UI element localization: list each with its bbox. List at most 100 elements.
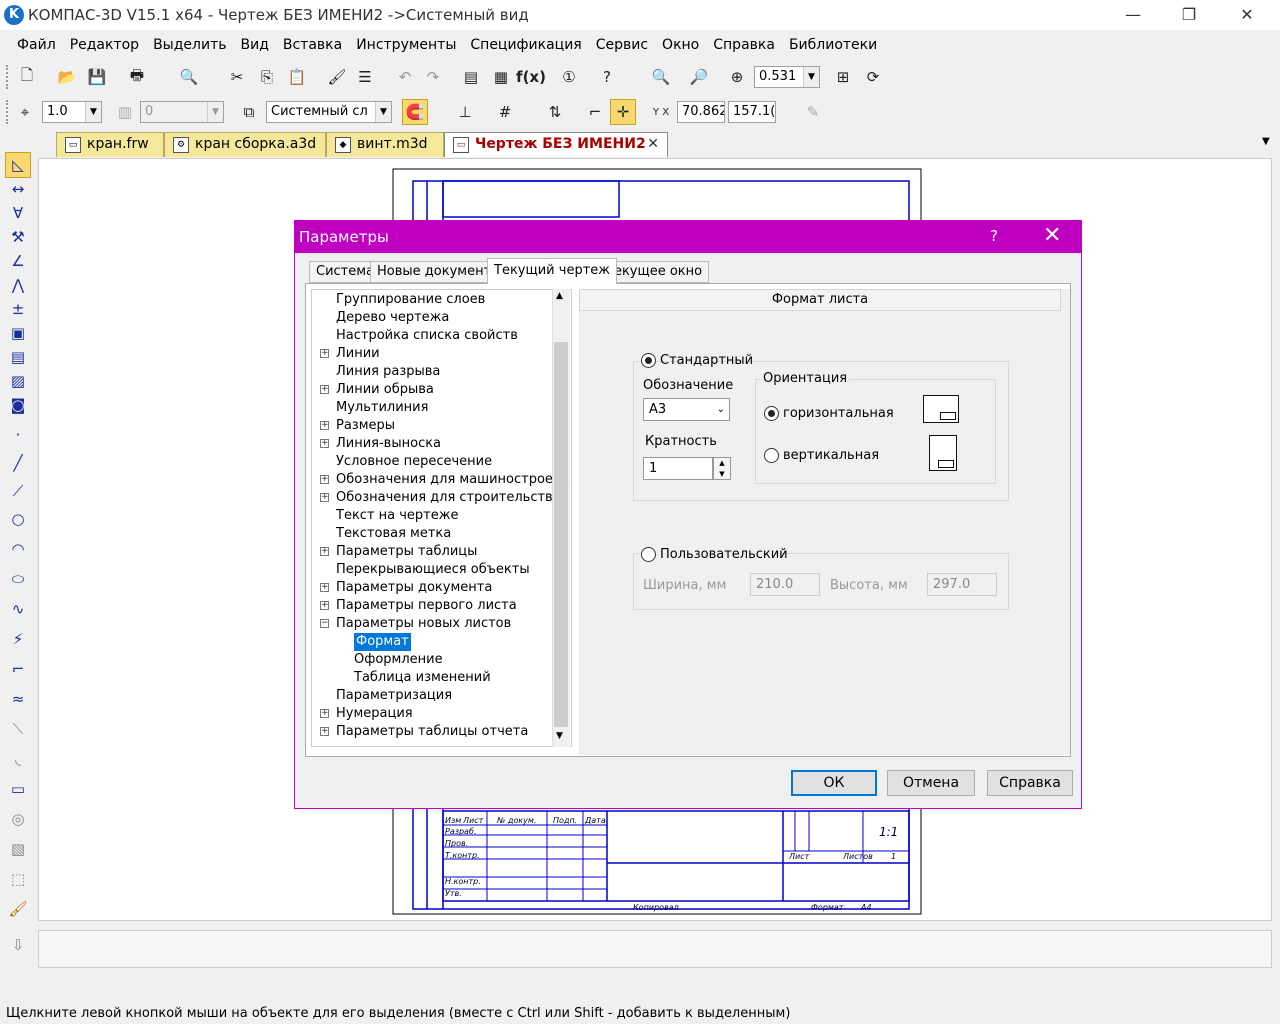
line-scale-select[interactable]: 1.0 ▼ [42,101,102,123]
tree-item[interactable]: Линия разрыва [312,363,567,381]
select-panel-icon[interactable]: ± [5,296,31,322]
round-icon[interactable]: ⌐ [582,99,608,125]
coord-x-field[interactable]: 70.862 [677,101,725,123]
cut-icon[interactable]: ✂ [224,64,250,90]
ok-button[interactable]: ОК [791,770,877,796]
standard-radio[interactable] [641,353,656,368]
polyline-icon[interactable]: ⌐ [5,656,31,682]
ellipse-icon[interactable]: ⬭ [5,566,31,592]
menu-libraries[interactable]: Библиотеки [782,31,884,59]
expand-icon[interactable]: + [320,583,329,592]
tab-close-icon[interactable]: ✕ [647,133,659,156]
equidistant-icon[interactable]: ◎ [5,806,31,832]
designation-select[interactable]: А3 ⌄ [643,398,730,421]
settings-tree[interactable]: Группирование слоев Дерево чертежа Настрой… [311,289,572,747]
format-painter-icon[interactable]: 🖌 [324,64,350,90]
reports-panel-icon[interactable]: ▨ [5,368,31,394]
tab-current-drawing[interactable]: ▭ Чертеж БЕЗ ИМЕНИ2 ✕ [444,132,668,157]
expand-icon[interactable]: + [320,709,329,718]
multiplicity-spinner[interactable]: ▲ ▼ [713,457,731,480]
toolbar-grip[interactable] [6,65,9,89]
tree-item[interactable]: Настройка списка свойств [312,327,567,345]
numbering-icon[interactable]: ① [556,64,582,90]
zoom-select[interactable]: 0.531 ▼ [754,66,820,88]
tree-item[interactable]: Текст на чертеже [312,507,567,525]
snap-magnet-icon[interactable]: 🧲 [402,99,428,125]
tree-item[interactable]: Текстовая метка [312,525,567,543]
zoom-window-icon[interactable]: 🔍 [648,64,674,90]
tree-item[interactable]: Условное пересечение [312,453,567,471]
axes-icon[interactable]: ⇅ [542,99,568,125]
rectangle-icon[interactable]: ▭ [5,776,31,802]
tab-kran-frw[interactable]: ▭ кран.frw [56,132,164,157]
expand-icon[interactable]: + [320,475,329,484]
menu-help[interactable]: Справка [706,31,782,59]
tree-item[interactable]: Дерево чертежа [312,309,567,327]
tree-item[interactable]: Таблица изменений [312,669,567,687]
open-folder-icon[interactable]: 📂 [54,64,80,90]
pan-icon[interactable]: ⊞ [830,64,856,90]
menu-file[interactable]: Файл [10,31,63,59]
scroll-up-icon[interactable]: ▲ [556,291,563,301]
new-document-icon[interactable]: 🗋 [14,64,40,90]
expand-icon[interactable]: + [320,727,329,736]
circle-icon[interactable]: ○ [5,506,31,532]
brush-icon[interactable]: 🖌 [5,896,31,922]
collapse-icon[interactable]: − [320,619,329,628]
expand-icon[interactable]: + [320,439,329,448]
context-help-icon[interactable]: ? [594,64,620,90]
tree-item[interactable]: Мультилиния [312,399,567,417]
parametrization-panel-icon[interactable]: ∠ [5,248,31,274]
tree-item[interactable]: + Размеры [312,417,567,435]
menu-specification[interactable]: Спецификация [463,31,588,59]
hatch-fill-icon[interactable]: ▧ [5,836,31,862]
tab-current-drawing[interactable]: Текущий чертеж [487,258,617,284]
refresh-icon[interactable]: ⟳ [860,64,886,90]
expand-icon[interactable]: + [320,547,329,556]
undo-icon[interactable]: ↶ [392,64,418,90]
cancel-button[interactable]: Отмена [887,770,975,796]
geometry-panel-icon[interactable]: ◺ [5,152,31,178]
paste-icon[interactable]: 📋 [284,64,310,90]
ortho-icon[interactable]: ⊥ [452,99,478,125]
help-button[interactable]: Справка [987,770,1073,796]
close-button[interactable]: ✕ [1224,0,1270,30]
tree-item[interactable]: + Параметры таблицы [312,543,567,561]
view-icon[interactable]: ⧉ [236,99,262,125]
tree-item[interactable]: Параметризация [312,687,567,705]
arc-icon[interactable]: ◠ [5,536,31,562]
cursor-snap-icon[interactable]: ✛ [610,99,636,125]
tree-item[interactable]: + Параметры таблицы отчета [312,723,567,741]
zoom-dynamic-icon[interactable]: 🔎 [686,64,712,90]
tree-item[interactable]: + Параметры первого листа [312,597,567,615]
toolbar-grip[interactable] [6,100,9,124]
associative-view-icon[interactable]: ▣ [5,320,31,346]
manager-icon[interactable]: ▤ [458,64,484,90]
redo-icon[interactable]: ↷ [420,64,446,90]
horizontal-radio[interactable] [764,406,779,421]
chamfer-icon[interactable]: ⟍ [5,716,31,742]
hatch-icon[interactable]: ⚡ [5,626,31,652]
point-icon[interactable]: · [5,422,31,448]
tree-item[interactable]: Перекрывающиеся объекты [312,561,567,579]
zoom-in-icon[interactable]: ⊕ [724,64,750,90]
menu-edit[interactable]: Редактор [63,31,146,59]
tab-vint-part[interactable]: ◆ винт.m3d [326,132,444,157]
custom-radio[interactable] [641,547,656,562]
auxiliary-line-icon[interactable]: ╱ [5,450,31,476]
tree-item[interactable]: Оформление [312,651,567,669]
menu-view[interactable]: Вид [233,31,275,59]
coord-y-field[interactable]: 157.1( [728,101,776,123]
multiplicity-input[interactable]: 1 [643,457,713,480]
expand-icon[interactable]: + [320,421,329,430]
properties-icon[interactable]: ☰ [352,64,378,90]
segment-icon[interactable]: ⟋ [5,478,31,504]
maximize-button[interactable]: ❐ [1166,0,1212,30]
dialog-close-button[interactable]: ✕ [1043,223,1061,248]
preview-icon[interactable]: 🔍 [176,64,202,90]
tree-item[interactable]: Группирование слоев [312,291,567,309]
tree-item[interactable]: + Параметры документа [312,579,567,597]
grid-icon[interactable]: # [492,99,518,125]
tabs-menu-chevron-icon[interactable]: ▼ [1262,136,1270,147]
vertical-radio[interactable] [764,448,779,463]
